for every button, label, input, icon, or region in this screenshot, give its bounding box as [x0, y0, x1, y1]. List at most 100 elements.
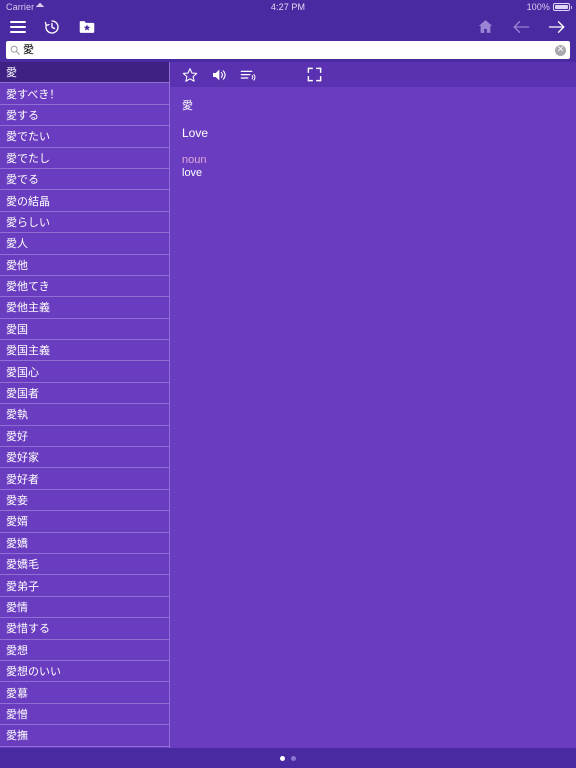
list-item-label: 愛慕 [6, 686, 28, 700]
list-item[interactable]: 愛他てき [0, 276, 169, 298]
fullscreen-expand-icon [307, 67, 322, 82]
search-clear-button[interactable]: ✕ [555, 44, 566, 56]
list-item-label: 愛他てき [6, 280, 50, 294]
arrow-right-icon [548, 20, 565, 33]
speaker-icon [213, 69, 226, 80]
entry-translation: Love [182, 126, 209, 140]
fullscreen-button[interactable] [307, 67, 322, 82]
list-item[interactable]: 愛国心 [0, 361, 169, 383]
history-clock-icon [44, 19, 59, 34]
hamburger-menu-icon [10, 20, 26, 33]
search-icon [10, 45, 20, 55]
forward-button[interactable] [548, 19, 566, 35]
search-field[interactable]: 愛 ✕ [6, 41, 570, 59]
detail-toolbar [170, 62, 576, 87]
list-item-label: 愛らしい [6, 215, 50, 229]
read-aloud-button[interactable] [240, 67, 257, 83]
part-of-speech-label: noun [182, 154, 207, 166]
search-bar: 愛 ✕ [0, 39, 576, 62]
home-button[interactable] [477, 18, 494, 35]
status-bar: Carrier 4:27 PM 100% [0, 0, 576, 14]
list-item[interactable]: 愛他主義 [0, 297, 169, 319]
list-item-label: 愛国主義 [6, 344, 50, 358]
list-item[interactable]: 愛好家 [0, 447, 169, 469]
search-input[interactable]: 愛 [23, 41, 555, 59]
page-indicator-bar [0, 748, 576, 768]
back-button[interactable] [512, 19, 530, 35]
list-item[interactable]: 愛情 [0, 597, 169, 619]
list-item[interactable]: 愛他 [0, 255, 169, 276]
list-item-label: 愛でたい [6, 130, 50, 144]
list-item[interactable]: 愛人 [0, 233, 169, 255]
list-item-label: 愛国 [6, 322, 28, 336]
page-dot[interactable] [280, 755, 285, 761]
list-item-label: 愛想 [6, 643, 28, 657]
detail-content: 愛 Love noun love [170, 87, 576, 748]
list-item-label: 愛妾 [6, 494, 28, 507]
pronounce-button[interactable] [211, 67, 227, 83]
navigation-toolbar [0, 14, 576, 39]
list-item-label: 愛嬌 [6, 536, 28, 550]
list-item[interactable]: 愛妾 [0, 490, 169, 512]
list-item[interactable]: 愛想 [0, 640, 169, 661]
status-bar-clock: 4:27 PM [270, 2, 306, 12]
list-item[interactable]: 愛すべき！ [0, 83, 169, 105]
list-item-label: 愛の結晶 [6, 194, 50, 208]
list-item-label: 愛好者 [6, 472, 39, 486]
battery-icon [553, 3, 572, 11]
list-item-label: 愛他主義 [6, 301, 50, 315]
list-item-label: 愛憎 [6, 707, 28, 721]
list-item-label: 愛 [6, 66, 17, 80]
menu-button[interactable] [10, 20, 26, 33]
entry-sense: love [182, 167, 203, 179]
list-item-label: 愛嬌毛 [6, 558, 39, 572]
list-item[interactable]: 愛慕 [0, 682, 169, 704]
list-item[interactable]: 愛でたし [0, 148, 169, 169]
entry-headword: 愛 [182, 99, 193, 112]
folder-star-icon [79, 20, 95, 33]
list-item[interactable]: 愛でる [0, 169, 169, 191]
list-item[interactable]: 愛の結晶 [0, 190, 169, 212]
home-icon [478, 20, 493, 33]
bookmarks-button[interactable] [78, 19, 96, 35]
list-item[interactable]: 愛惜する [0, 618, 169, 640]
list-item[interactable]: 愛らしい [0, 212, 169, 234]
star-outline-icon [182, 67, 198, 82]
list-item[interactable]: 愛嬌 [0, 533, 169, 554]
list-item-label: 愛すべき！ [6, 87, 61, 101]
arrow-left-icon [513, 20, 530, 33]
list-item[interactable]: 愛嬌毛 [0, 554, 169, 576]
list-item-label: 愛国者 [6, 387, 39, 401]
list-item[interactable]: 愛国 [0, 319, 169, 341]
split-view: 愛愛すべき！ 愛する 愛でたい 愛でたし 愛でる 愛の結晶 愛らしい 愛人 愛他 愛他てき 愛他主義… [0, 62, 576, 748]
list-item-label: 愛想のいい [6, 665, 61, 679]
toolbar-right-group [477, 18, 566, 35]
list-item[interactable]: 愛憎 [0, 704, 169, 726]
list-item[interactable]: 愛想のいい [0, 661, 169, 683]
list-item-label: 愛執 [6, 408, 28, 422]
page-dot[interactable] [291, 755, 296, 761]
list-item[interactable]: 愛撫 [0, 725, 169, 747]
list-item-label: 愛婿 [6, 515, 28, 529]
list-item[interactable]: 愛する [0, 105, 169, 127]
list-item[interactable]: 愛執 [0, 404, 169, 426]
list-item-label: 愛国心 [6, 365, 39, 379]
list-item[interactable]: 愛弟子 [0, 575, 169, 597]
favorite-button[interactable] [182, 67, 198, 83]
list-item[interactable]: 愛好 [0, 426, 169, 448]
list-item[interactable]: 愛好者 [0, 468, 169, 490]
list-item-label: 愛情 [6, 600, 28, 614]
list-item[interactable]: 愛でたい [0, 126, 169, 148]
list-item[interactable]: 愛婿 [0, 511, 169, 533]
app-root: Carrier 4:27 PM 100% 愛 ✕ 愛 愛すべき！ 愛する 愛でた… [0, 0, 576, 768]
list-item[interactable]: 愛 [0, 62, 169, 84]
list-item[interactable]: 愛国者 [0, 383, 169, 405]
history-button[interactable] [43, 18, 61, 36]
list-item-label: 愛でる [6, 173, 39, 187]
list-item-label: 愛でたし [6, 151, 50, 165]
list-item-label: 愛他 [6, 258, 28, 272]
list-item[interactable]: 愛国主義 [0, 340, 169, 362]
entry-list[interactable]: 愛愛すべき！ 愛する愛でたい愛でたし愛でる愛の結晶愛らしい愛人愛他愛他てき愛他主義… [0, 62, 170, 748]
status-bar-left: Carrier [6, 2, 45, 12]
list-item-label: 愛惜する [6, 622, 50, 636]
